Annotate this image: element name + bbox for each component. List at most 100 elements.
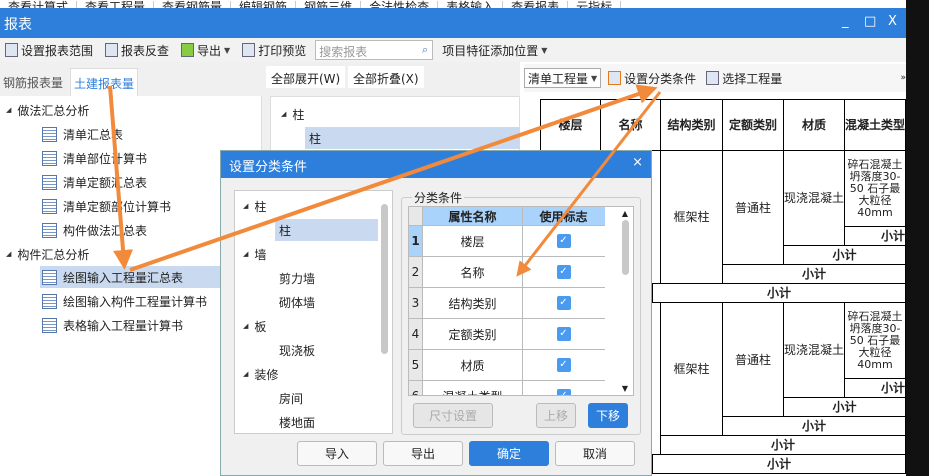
header-quota-type: 定额类别	[722, 99, 784, 151]
tree-item[interactable]: 绘图输入构件工程量计算书	[42, 290, 215, 312]
dialog-close-button[interactable]: ×	[632, 155, 643, 170]
top-menu-item[interactable]: 云指标	[568, 1, 622, 8]
dialog-tree-item[interactable]: 房间	[279, 387, 311, 409]
component-tree-item[interactable]: 柱	[305, 127, 521, 149]
top-menu-item[interactable]: 查看工程量	[77, 1, 155, 8]
dialog-tree-group[interactable]: ◢ 墙	[243, 243, 274, 265]
dialog-tree-group[interactable]: ◢ 板	[243, 315, 274, 337]
report-icon	[42, 150, 57, 166]
report-icon	[42, 317, 57, 333]
ok-button[interactable]: 确定	[469, 441, 549, 466]
expand-triangle-icon[interactable]: ◢	[243, 370, 248, 378]
row-number: 1	[409, 226, 423, 256]
move-down-button[interactable]: 下移	[588, 403, 628, 428]
set-category-button[interactable]: 设置分类条件	[605, 68, 699, 88]
subtotal-row: 小计	[783, 245, 906, 265]
component-tree-group[interactable]: ◢ 柱	[281, 103, 312, 125]
dialog-tree-item[interactable]: 现浇板	[279, 339, 323, 361]
dialog-tree-group[interactable]: ◢ 装修	[243, 363, 286, 385]
subtotal-row: 小计	[722, 264, 906, 284]
dialog-tree-item[interactable]: 砌体墙	[279, 291, 323, 313]
top-menu-item[interactable]: 编辑钢筋	[231, 1, 297, 8]
export-button[interactable]: 导出 ▼	[178, 40, 233, 60]
grid-row[interactable]: 4 定额类别 ✓	[409, 319, 605, 350]
print-preview-button[interactable]: 打印预览	[239, 40, 309, 60]
tree-item[interactable]: 清单定额汇总表	[42, 171, 155, 193]
report-icon	[42, 269, 57, 285]
more-icon[interactable]: »	[900, 73, 906, 83]
scroll-down-icon[interactable]: ▼	[619, 384, 631, 393]
chevron-down-icon: ▼	[541, 45, 548, 55]
use-checkbox[interactable]: ✓	[556, 389, 571, 395]
use-checkbox[interactable]: ✓	[556, 296, 571, 310]
set-range-button[interactable]: 设置报表范围	[2, 40, 96, 60]
grid-row[interactable]: 2 名称 ✓	[409, 257, 605, 288]
size-settings-button[interactable]: 尺寸设置	[413, 403, 493, 428]
top-menu-item[interactable]: 查看钢筋量	[154, 1, 232, 8]
tree-item-label: 清单定额部位计算书	[63, 199, 172, 214]
expand-all-button[interactable]: 全部展开(W)	[266, 66, 346, 88]
export-button[interactable]: 导出	[383, 441, 463, 466]
scroll-up-icon[interactable]: ▲	[619, 209, 631, 218]
top-menu-item[interactable]: 表格输入	[438, 1, 504, 8]
dialog-tree-group[interactable]: ◢ 柱	[243, 195, 274, 217]
tree-item[interactable]: 清单汇总表	[42, 123, 131, 145]
expand-triangle-icon[interactable]: ◢	[6, 106, 11, 114]
grid-header: 属性名称 使用标志	[409, 207, 605, 226]
dialog-tree-item[interactable]: 剪力墙	[279, 267, 323, 289]
dialog-tree-item[interactable]: 楼地面	[279, 411, 323, 433]
tree-group-label: 板	[254, 319, 267, 334]
expand-triangle-icon[interactable]: ◢	[6, 250, 11, 258]
minimize-button[interactable]: _	[842, 14, 849, 29]
select-quantity-button[interactable]: 选择工程量	[703, 68, 785, 88]
search-icon[interactable]: ⌕	[422, 43, 428, 57]
top-menu-item[interactable]: 钢筋三维	[296, 1, 362, 8]
use-checkbox[interactable]: ✓	[556, 265, 571, 279]
scrollbar-thumb[interactable]	[621, 220, 629, 275]
tree-group-component-summary[interactable]: ◢ 构件汇总分析	[6, 243, 97, 265]
collapse-all-button[interactable]: 全部折叠(X)	[348, 66, 424, 88]
tree-item-selected[interactable]: 绘图输入工程量汇总表	[40, 266, 220, 288]
search-input[interactable]: 搜索报表 ⌕	[315, 40, 434, 60]
expand-triangle-icon[interactable]: ◢	[243, 250, 248, 258]
scrollbar[interactable]	[381, 204, 388, 354]
grid-scrollbar[interactable]: ▲ ▼	[619, 209, 631, 393]
tree-group-method-summary[interactable]: ◢ 做法汇总分析	[6, 99, 97, 121]
grid-row[interactable]: 6混凝土类型 ✓	[409, 381, 605, 395]
use-checkbox[interactable]: ✓	[556, 358, 571, 372]
tree-item[interactable]: 清单部位计算书	[42, 147, 155, 169]
cell-material: 现浇混凝土	[783, 302, 845, 398]
subtotal-row: 小计	[783, 397, 906, 417]
tree-item[interactable]: 清单定额部位计算书	[42, 195, 179, 217]
quantity-type-dropdown[interactable]: 清单工程量 ▼	[524, 68, 602, 88]
use-checkbox[interactable]: ✓	[556, 327, 571, 341]
grid-row[interactable]: 1 楼层 ✓	[409, 226, 605, 257]
cancel-button[interactable]: 取消	[555, 441, 635, 466]
tree-item[interactable]: 构件做法汇总表	[42, 219, 155, 241]
tab-civil-report[interactable]: 土建报表量	[70, 68, 139, 96]
use-checkbox[interactable]: ✓	[556, 234, 571, 248]
grid-row[interactable]: 5 材质 ✓	[409, 350, 605, 381]
expand-triangle-icon[interactable]: ◢	[243, 202, 248, 210]
feature-position-dropdown[interactable]: 项目特征添加位置 ▼	[439, 40, 550, 60]
move-up-button[interactable]: 上移	[536, 403, 576, 428]
reverse-check-button[interactable]: 报表反查	[102, 40, 172, 60]
top-menu-item[interactable]: 查看报表	[503, 1, 569, 8]
maximize-button[interactable]: □	[864, 14, 876, 29]
category-settings-icon	[608, 71, 622, 85]
tree-item[interactable]: 表格输入工程量计算书	[42, 314, 191, 336]
top-menu-item[interactable]: 合法性检查	[361, 1, 439, 8]
tree-group-label: 柱	[292, 107, 305, 122]
tab-rebar-report[interactable]: 钢筋报表量	[0, 68, 66, 96]
expand-triangle-icon[interactable]: ◢	[281, 110, 286, 118]
top-menu-item[interactable]: 查看计算式	[0, 1, 78, 8]
expand-triangle-icon[interactable]: ◢	[243, 322, 248, 330]
printer-icon	[242, 43, 256, 57]
export-label: 导出	[197, 43, 222, 58]
chevron-down-icon: ▼	[224, 45, 231, 55]
grid-row[interactable]: 3 结构类别 ✓	[409, 288, 605, 319]
close-button[interactable]: X	[888, 14, 897, 29]
dialog-tree-item-selected[interactable]: 柱	[275, 219, 378, 241]
row-attribute-name: 材质	[423, 350, 523, 380]
import-button[interactable]: 导入	[297, 441, 377, 466]
